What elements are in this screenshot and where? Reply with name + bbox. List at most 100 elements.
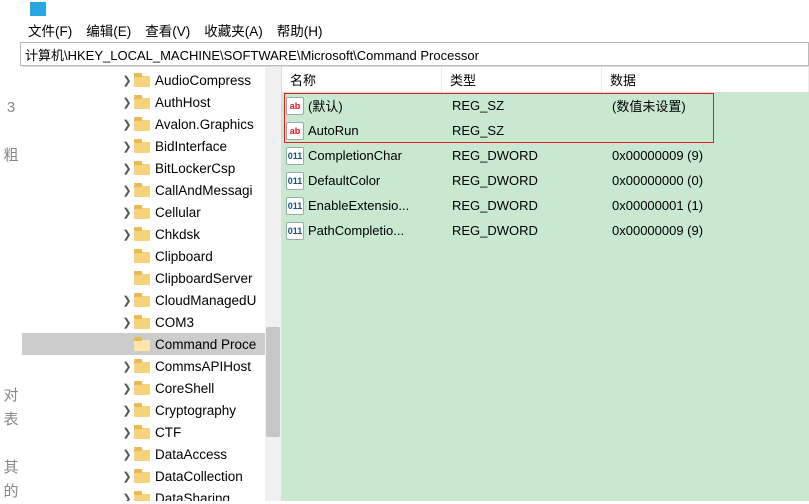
value-row[interactable]: ab(默认)REG_SZ(数值未设置)	[282, 93, 809, 118]
value-data: 0x00000000 (0)	[608, 173, 809, 188]
chevron-right-icon[interactable]: ❯	[120, 294, 134, 307]
chevron-right-icon[interactable]: ❯	[120, 382, 134, 395]
tree-item-label: COM3	[155, 315, 194, 330]
value-data: (数值未设置)	[608, 96, 809, 115]
chevron-right-icon[interactable]: ❯	[120, 360, 134, 373]
tree-item-cellular[interactable]: ❯ Cellular	[22, 201, 281, 223]
cropped-left-text: 3 粗 对 表 其 的	[0, 66, 22, 501]
tree-item-clipboardserver[interactable]: ClipboardServer	[22, 267, 281, 289]
folder-icon	[134, 447, 150, 461]
chevron-right-icon[interactable]: ❯	[120, 448, 134, 461]
value-row[interactable]: 011CompletionCharREG_DWORD0x00000009 (9)	[282, 143, 809, 168]
tree-item-label: DataCollection	[155, 469, 243, 484]
dword-value-icon: 011	[286, 172, 304, 190]
tree-item-cryptography[interactable]: ❯ Cryptography	[22, 399, 281, 421]
chevron-right-icon[interactable]: ❯	[120, 96, 134, 109]
menu-help[interactable]: 帮助(H)	[273, 18, 327, 42]
tree-item-authhost[interactable]: ❯ AuthHost	[22, 91, 281, 113]
value-type: REG_DWORD	[448, 198, 608, 213]
value-row[interactable]: 011PathCompletio...REG_DWORD0x00000009 (…	[282, 218, 809, 243]
value-name: (默认)	[308, 96, 448, 115]
folder-icon	[134, 95, 150, 109]
tree-item-label: Clipboard	[155, 249, 213, 264]
tree-item-chkdsk[interactable]: ❯ Chkdsk	[22, 223, 281, 245]
column-type-header[interactable]: 类型	[442, 67, 602, 92]
folder-icon	[134, 491, 150, 501]
tree-item-label: BitLockerCsp	[155, 161, 235, 176]
string-value-icon: ab	[286, 97, 304, 115]
chevron-right-icon[interactable]: ❯	[120, 206, 134, 219]
tree-item-clipboard[interactable]: Clipboard	[22, 245, 281, 267]
folder-icon	[134, 183, 150, 197]
value-row[interactable]: 011EnableExtensio...REG_DWORD0x00000001 …	[282, 193, 809, 218]
tree-item-label: AuthHost	[155, 95, 211, 110]
column-name-header[interactable]: 名称	[282, 67, 442, 92]
chevron-right-icon[interactable]: ❯	[120, 426, 134, 439]
tree-item-callandmessagi[interactable]: ❯CallAndMessagi	[22, 179, 281, 201]
tree-item-label: CommsAPIHost	[155, 359, 251, 374]
tree-item-label: Chkdsk	[155, 227, 200, 242]
tree-scroll-thumb[interactable]	[266, 327, 280, 437]
tree-item-label: DataSharing	[155, 491, 230, 502]
tree-item-datasharing[interactable]: ❯ DataSharing	[22, 487, 281, 501]
tree-item-com3[interactable]: ❯ COM3	[22, 311, 281, 333]
values-pane[interactable]: 名称 类型 数据 ab(默认)REG_SZ(数值未设置)abAutoRunREG…	[282, 67, 809, 501]
dword-value-icon: 011	[286, 197, 304, 215]
value-data: 0x00000009 (9)	[608, 223, 809, 238]
folder-icon	[134, 161, 150, 175]
chevron-right-icon[interactable]: ❯	[120, 492, 134, 502]
value-type: REG_DWORD	[448, 223, 608, 238]
chevron-right-icon[interactable]: ❯	[120, 162, 134, 175]
folder-icon	[134, 271, 150, 285]
main-split: ❯AudioCompress❯AuthHost❯Avalon.Graphics❯…	[22, 66, 809, 501]
value-name: DefaultColor	[308, 173, 448, 188]
folder-icon	[134, 227, 150, 241]
address-bar[interactable]: 计算机\HKEY_LOCAL_MACHINE\SOFTWARE\Microsof…	[20, 42, 809, 66]
menu-file[interactable]: 文件(F)	[24, 18, 76, 42]
tree-item-bitlockercsp[interactable]: ❯ BitLockerCsp	[22, 157, 281, 179]
folder-icon	[134, 469, 150, 483]
folder-icon	[134, 403, 150, 417]
values-header: 名称 类型 数据	[282, 67, 809, 93]
value-type: REG_DWORD	[448, 173, 608, 188]
tree-item-datacollection[interactable]: ❯ DataCollection	[22, 465, 281, 487]
tree-item-label: Cellular	[155, 205, 201, 220]
tree-item-audiocompress[interactable]: ❯AudioCompress	[22, 69, 281, 91]
tree-item-dataaccess[interactable]: ❯ DataAccess	[22, 443, 281, 465]
tree-scrollbar[interactable]	[265, 67, 281, 501]
tree-item-label: Avalon.Graphics	[155, 117, 254, 132]
tree-item-coreshell[interactable]: ❯ CoreShell	[22, 377, 281, 399]
tree-pane[interactable]: ❯AudioCompress❯AuthHost❯Avalon.Graphics❯…	[22, 67, 282, 501]
tree-item-label: CoreShell	[155, 381, 214, 396]
menu-favorites[interactable]: 收藏夹(A)	[200, 18, 267, 42]
chevron-right-icon[interactable]: ❯	[120, 470, 134, 483]
folder-icon	[134, 293, 150, 307]
chevron-right-icon[interactable]: ❯	[120, 316, 134, 329]
chevron-right-icon[interactable]: ❯	[120, 118, 134, 131]
dword-value-icon: 011	[286, 147, 304, 165]
value-type: REG_SZ	[448, 123, 608, 138]
folder-icon	[134, 425, 150, 439]
chevron-right-icon[interactable]: ❯	[120, 184, 134, 197]
value-row[interactable]: 011 DefaultColorREG_DWORD0x00000000 (0)	[282, 168, 809, 193]
column-data-header[interactable]: 数据	[602, 67, 809, 92]
menu-view[interactable]: 查看(V)	[141, 18, 194, 42]
chevron-right-icon[interactable]: ❯	[120, 74, 134, 87]
value-name: CompletionChar	[308, 148, 448, 163]
value-row[interactable]: abAutoRunREG_SZ	[282, 118, 809, 143]
chevron-right-icon[interactable]: ❯	[120, 404, 134, 417]
tree-item-command-proce[interactable]: Command Proce	[22, 333, 281, 355]
menu-edit[interactable]: 编辑(E)	[82, 18, 135, 42]
chevron-right-icon[interactable]: ❯	[120, 140, 134, 153]
value-name: PathCompletio...	[308, 223, 448, 238]
tree-item-bidinterface[interactable]: ❯BidInterface	[22, 135, 281, 157]
value-type: REG_DWORD	[448, 148, 608, 163]
tree-item-avalon-graphics[interactable]: ❯ Avalon.Graphics	[22, 113, 281, 135]
tree-item-label: DataAccess	[155, 447, 227, 462]
tree-item-cloudmanagedu[interactable]: ❯CloudManagedU	[22, 289, 281, 311]
tree-item-ctf[interactable]: ❯CTF	[22, 421, 281, 443]
tree-item-label: Cryptography	[155, 403, 236, 418]
chevron-right-icon[interactable]: ❯	[120, 228, 134, 241]
folder-icon	[134, 73, 150, 87]
tree-item-commsapihost[interactable]: ❯ CommsAPIHost	[22, 355, 281, 377]
